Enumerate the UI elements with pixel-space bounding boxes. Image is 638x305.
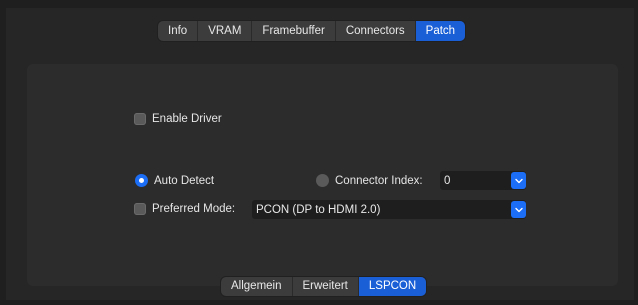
preferred-mode-checkbox[interactable] xyxy=(134,203,146,215)
connector-index-value: 0 xyxy=(444,174,451,187)
auto-detect-radio[interactable] xyxy=(135,174,148,187)
preferred-mode-value: PCON (DP to HDMI 2.0) xyxy=(256,203,381,216)
enable-driver-row: Enable Driver xyxy=(134,113,222,125)
preferred-mode-label: Preferred Mode: xyxy=(152,203,236,215)
connector-index-radio[interactable] xyxy=(316,174,329,187)
chevron-down-icon[interactable] xyxy=(511,201,526,218)
preferred-mode-select[interactable]: PCON (DP to HDMI 2.0) xyxy=(252,200,526,219)
top-tab-bar: Info VRAM Framebuffer Connectors Patch xyxy=(158,21,466,41)
tab-vram[interactable]: VRAM xyxy=(198,21,253,41)
connector-index-label: Connector Index: xyxy=(335,174,423,187)
tab-lspcon[interactable]: LSPCON xyxy=(358,277,427,296)
auto-detect-label: Auto Detect xyxy=(154,174,215,187)
tab-info[interactable]: Info xyxy=(158,21,199,41)
enable-driver-checkbox[interactable] xyxy=(134,113,146,125)
tab-framebuffer[interactable]: Framebuffer xyxy=(252,21,336,41)
chevron-down-icon[interactable] xyxy=(511,172,526,189)
connector-index-select[interactable]: 0 xyxy=(440,171,526,190)
auto-detect-row: Auto Detect xyxy=(135,174,214,187)
tab-patch[interactable]: Patch xyxy=(415,21,466,41)
preferred-mode-row: Preferred Mode: xyxy=(134,203,235,215)
connector-index-row: Connector Index: xyxy=(316,174,423,187)
tab-erweitert[interactable]: Erweitert xyxy=(293,277,359,296)
bottom-tab-bar: Allgemein Erweitert LSPCON xyxy=(221,277,427,296)
enable-driver-label: Enable Driver xyxy=(152,113,222,125)
tab-allgemein[interactable]: Allgemein xyxy=(221,277,293,296)
tab-connectors[interactable]: Connectors xyxy=(336,21,416,41)
